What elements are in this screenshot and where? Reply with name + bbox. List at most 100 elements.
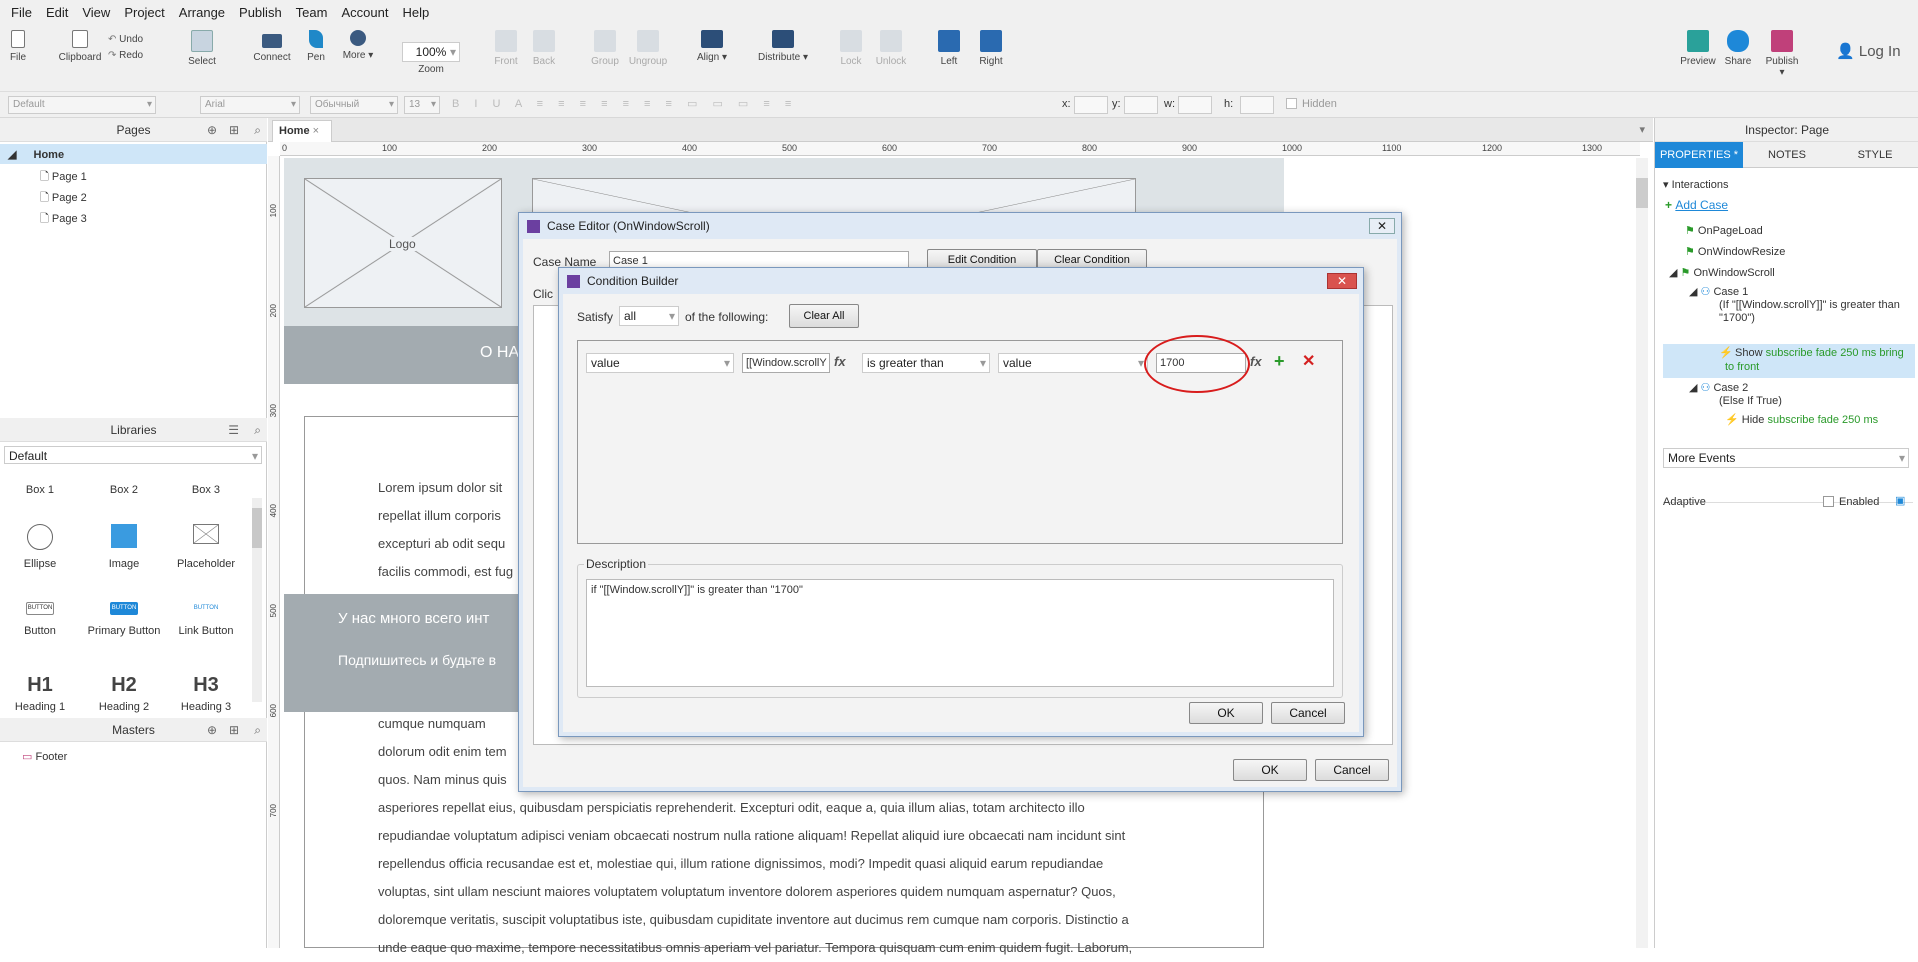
- operator-select[interactable]: is greater than: [862, 353, 990, 373]
- tab-notes[interactable]: NOTES: [1743, 142, 1831, 168]
- case2-item[interactable]: ◢ ⚇ Case 2 (Else If True): [1689, 382, 1915, 408]
- case2-action[interactable]: ⚡ Hide subscribe fade 250 ms: [1725, 413, 1878, 426]
- library-item-placeholder[interactable]: Placeholder: [166, 524, 246, 570]
- undo-button[interactable]: ↶ Undo: [108, 32, 143, 48]
- case-editor-cancel-button[interactable]: Cancel: [1315, 759, 1389, 781]
- case1-action[interactable]: ⚡ Show subscribe fade 250 ms bring to fro…: [1663, 344, 1915, 378]
- library-item-image[interactable]: Image: [84, 524, 164, 570]
- more-events-select[interactable]: More Events: [1663, 448, 1909, 468]
- zoom-select[interactable]: 100%: [402, 42, 460, 62]
- case1-item[interactable]: ◢ ⚇ Case 1 (If "[[Window.scrollY]]" is gr…: [1689, 286, 1915, 325]
- select-button[interactable]: Select: [180, 30, 224, 67]
- menu-file[interactable]: File: [4, 5, 39, 20]
- connect-button[interactable]: Connect: [252, 30, 292, 63]
- add-master-icon[interactable]: ⊕: [207, 718, 217, 742]
- logo-placeholder[interactable]: Logo: [304, 178, 502, 308]
- page-tree-item[interactable]: 🗋 Page 1: [40, 168, 87, 187]
- unlock-button[interactable]: Unlock: [874, 30, 908, 67]
- page-tree-home[interactable]: ◢ Home: [0, 144, 267, 164]
- adaptive-enabled-checkbox[interactable]: [1823, 496, 1834, 507]
- distribute-button[interactable]: Distribute ▾: [756, 30, 810, 63]
- menu-publish[interactable]: Publish: [232, 5, 289, 20]
- library-item-link-button[interactable]: BUTTON Link Button: [166, 602, 246, 637]
- page-tree-item[interactable]: 🗋 Page 3: [40, 210, 87, 229]
- text-format-controls[interactable]: B I U A ≡ ≡ ≡ ≡ ≡ ≡ ≡ ▭ ▭ ▭ ≡ ≡: [452, 97, 1052, 113]
- w-input[interactable]: [1178, 96, 1212, 114]
- align-button[interactable]: Align ▾: [696, 30, 728, 63]
- clipboard-button[interactable]: Clipboard: [56, 30, 104, 63]
- y-input[interactable]: [1124, 96, 1158, 114]
- h-input[interactable]: [1240, 96, 1274, 114]
- menu-team[interactable]: Team: [289, 5, 335, 20]
- menu-project[interactable]: Project: [117, 5, 171, 20]
- close-icon[interactable]: ✕: [1369, 218, 1395, 234]
- search-icon[interactable]: ⌕: [254, 418, 261, 442]
- event-onwindowscroll[interactable]: ◢ ⚑ OnWindowScroll: [1669, 266, 1775, 279]
- library-item-box1[interactable]: Box 1: [0, 484, 80, 496]
- login-button[interactable]: 👤 Log In: [1836, 42, 1901, 60]
- add-folder-icon[interactable]: ⊞: [229, 118, 239, 142]
- tab-home[interactable]: Home ×: [272, 120, 332, 142]
- zoom-control[interactable]: 100% Zoom: [402, 42, 460, 75]
- size-select[interactable]: 13: [404, 96, 440, 114]
- file-button[interactable]: File: [6, 30, 30, 63]
- publish-button[interactable]: Publish ▾: [1762, 30, 1802, 78]
- share-button[interactable]: Share: [1722, 30, 1754, 67]
- condition-cancel-button[interactable]: Cancel: [1271, 702, 1345, 724]
- interactions-heading[interactable]: ▾ Interactions: [1663, 178, 1728, 191]
- event-onwindowresize[interactable]: ⚑ OnWindowResize: [1685, 245, 1785, 258]
- adaptive-views-icon[interactable]: ▣: [1895, 494, 1905, 507]
- fx-icon[interactable]: fx: [834, 354, 846, 369]
- lock-button[interactable]: Lock: [838, 30, 864, 67]
- library-item-box3[interactable]: Box 3: [166, 484, 246, 496]
- close-icon[interactable]: ×: [313, 125, 319, 137]
- library-select[interactable]: Default: [4, 446, 262, 464]
- ungroup-button[interactable]: Ungroup: [628, 30, 668, 67]
- left-panel-button[interactable]: Left: [938, 30, 960, 67]
- x-input[interactable]: [1074, 96, 1108, 114]
- scrollbar-thumb[interactable]: [252, 508, 262, 548]
- remove-condition-icon[interactable]: ✕: [1302, 351, 1315, 371]
- library-item-primary-button[interactable]: BUTTON Primary Button: [84, 602, 164, 637]
- condition-ok-button[interactable]: OK: [1189, 702, 1263, 724]
- library-item-ellipse[interactable]: Ellipse: [0, 524, 80, 570]
- menu-view[interactable]: View: [75, 5, 117, 20]
- fx-icon[interactable]: fx: [1250, 354, 1262, 369]
- menu-icon[interactable]: ☰: [228, 418, 239, 442]
- redo-button[interactable]: ↷ Redo: [108, 48, 143, 64]
- library-item-button[interactable]: BUTTON Button: [0, 602, 80, 637]
- menu-help[interactable]: Help: [395, 5, 436, 20]
- add-case-link[interactable]: + Add Case: [1665, 198, 1728, 212]
- library-item-box2[interactable]: Box 2: [84, 484, 164, 496]
- preview-button[interactable]: Preview: [1680, 30, 1716, 67]
- left-type-select[interactable]: value: [586, 353, 734, 373]
- more-tools-button[interactable]: More ▾: [342, 30, 374, 61]
- page-tree-item[interactable]: 🗋 Page 2: [40, 189, 87, 208]
- front-button[interactable]: Front: [492, 30, 520, 67]
- back-button[interactable]: Back: [530, 30, 558, 67]
- case-editor-ok-button[interactable]: OK: [1233, 759, 1307, 781]
- font-select[interactable]: Arial: [200, 96, 300, 114]
- group-button[interactable]: Group: [588, 30, 622, 67]
- hidden-checkbox[interactable]: [1286, 98, 1297, 109]
- add-page-icon[interactable]: ⊕: [207, 118, 217, 142]
- add-condition-icon[interactable]: +: [1274, 351, 1285, 372]
- master-item-footer[interactable]: ▭ Footer: [22, 750, 67, 763]
- satisfy-select[interactable]: all: [619, 306, 679, 326]
- right-type-select[interactable]: value: [998, 353, 1148, 373]
- tab-style[interactable]: STYLE: [1831, 142, 1918, 168]
- library-item-heading1[interactable]: H1 Heading 1: [0, 674, 80, 713]
- menu-arrange[interactable]: Arrange: [172, 5, 232, 20]
- menu-account[interactable]: Account: [334, 5, 395, 20]
- search-icon[interactable]: ⌕: [254, 718, 261, 742]
- canvas-scrollbar[interactable]: [1636, 158, 1648, 948]
- tab-menu-icon[interactable]: ▾: [1639, 123, 1645, 136]
- tab-properties[interactable]: PROPERTIES *: [1655, 142, 1743, 168]
- event-onpageload[interactable]: ⚑ OnPageLoad: [1685, 224, 1763, 237]
- clear-all-button[interactable]: Clear All: [789, 304, 859, 328]
- weight-select[interactable]: Обычный: [310, 96, 398, 114]
- add-folder-icon[interactable]: ⊞: [229, 718, 239, 742]
- right-panel-button[interactable]: Right: [978, 30, 1004, 67]
- close-icon[interactable]: ✕: [1327, 273, 1357, 289]
- search-icon[interactable]: ⌕: [254, 118, 261, 142]
